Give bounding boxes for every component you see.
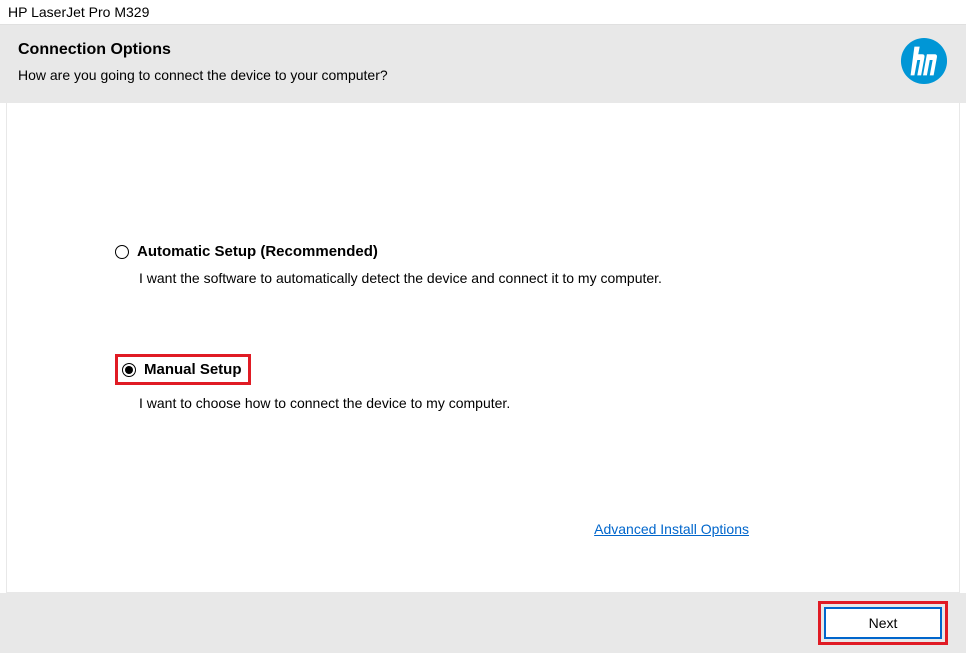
window-title: HP LaserJet Pro M329 xyxy=(0,0,966,25)
footer-bar: Next xyxy=(0,593,966,653)
highlight-manual: Manual Setup xyxy=(115,354,251,385)
page-title: Connection Options xyxy=(18,41,900,59)
option-automatic-label: Automatic Setup (Recommended) xyxy=(137,243,378,260)
radio-automatic[interactable] xyxy=(115,245,129,259)
header-text: Connection Options How are you going to … xyxy=(18,41,900,83)
radio-manual[interactable] xyxy=(122,363,136,377)
header-bar: Connection Options How are you going to … xyxy=(0,25,966,103)
next-button[interactable]: Next xyxy=(824,607,942,639)
option-manual-label: Manual Setup xyxy=(144,361,242,378)
advanced-install-options-link[interactable]: Advanced Install Options xyxy=(594,521,749,537)
page-subtitle: How are you going to connect the device … xyxy=(18,67,900,83)
highlight-next: Next xyxy=(818,601,948,645)
main-panel: Automatic Setup (Recommended) I want the… xyxy=(6,103,960,593)
option-manual-description: I want to choose how to connect the devi… xyxy=(139,395,959,411)
hp-logo-icon xyxy=(900,37,948,85)
option-automatic-setup[interactable]: Automatic Setup (Recommended) I want the… xyxy=(115,243,959,286)
option-automatic-description: I want the software to automatically det… xyxy=(139,270,959,286)
option-manual-setup[interactable]: Manual Setup I want to choose how to con… xyxy=(115,354,959,411)
